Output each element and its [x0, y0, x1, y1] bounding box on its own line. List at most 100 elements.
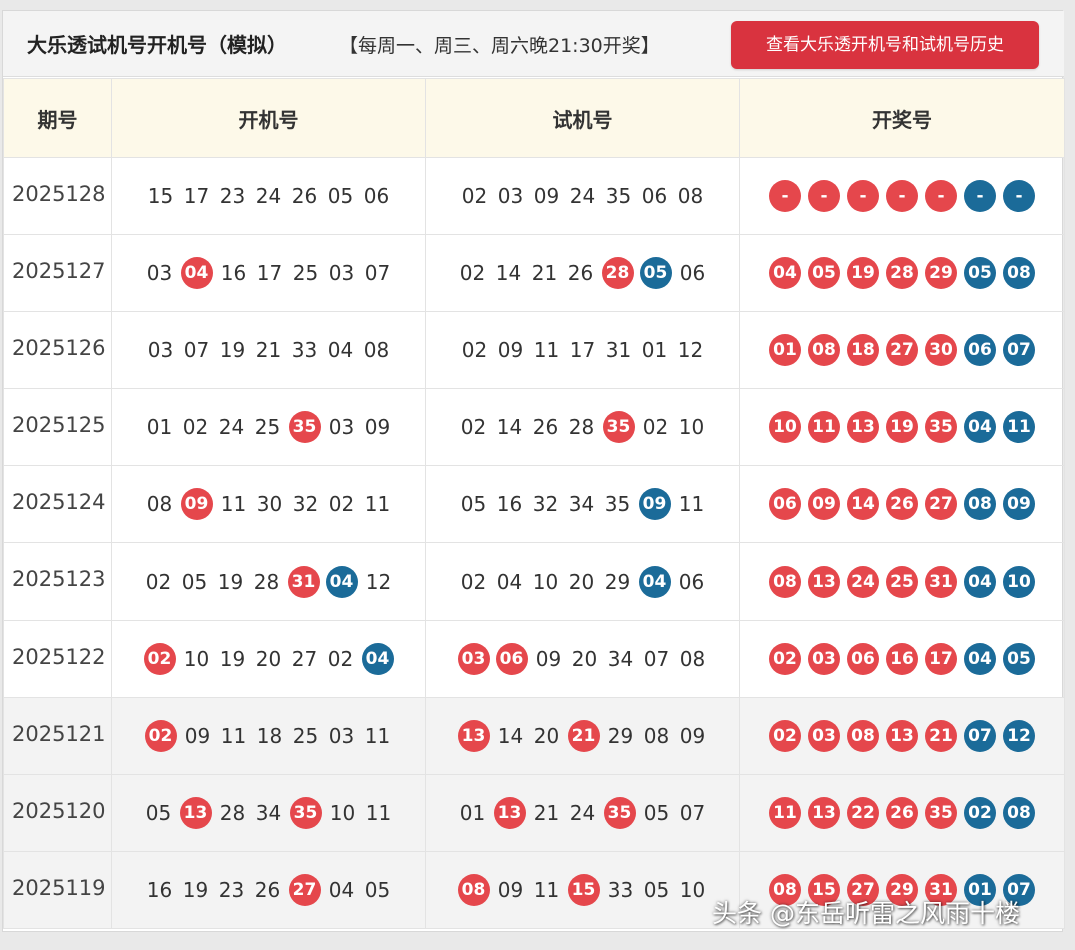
- open-number-cell: 08 09 11 30 32 02 11: [111, 465, 426, 544]
- front-zone-ball: 27: [886, 334, 918, 367]
- history-button[interactable]: 查看大乐透开机号和试机号历史: [731, 21, 1039, 69]
- front-zone-ball: 08: [808, 334, 840, 367]
- front-zone-ball: 24: [847, 565, 879, 598]
- plain-number: 02: [182, 415, 209, 440]
- trial-number-cell: 02 14 21 26 28 05 06: [425, 234, 740, 313]
- issue-cell: 2025119: [3, 850, 112, 929]
- back-zone-ball: 08: [1003, 257, 1035, 290]
- highlight-ball-blue: 04: [638, 565, 671, 598]
- highlight-ball-red: 08: [457, 873, 490, 906]
- front-zone-ball: -: [808, 180, 840, 213]
- open-number-list: 01 02 24 25 35 03 09: [145, 411, 393, 444]
- plain-number: 23: [218, 877, 245, 902]
- front-zone-ball: 03: [808, 719, 840, 752]
- front-zone-ball: -: [886, 180, 918, 213]
- plain-number: 29: [607, 723, 634, 748]
- plain-number: 32: [532, 492, 559, 517]
- plain-number: 33: [291, 338, 318, 363]
- back-zone-ball: 08: [964, 488, 996, 521]
- plain-number: 03: [328, 415, 355, 440]
- plain-number: 19: [219, 646, 246, 671]
- front-zone-ball: 16: [886, 642, 918, 675]
- front-zone-ball: 09: [808, 488, 840, 521]
- plain-number: 04: [328, 877, 355, 902]
- plain-number: 16: [220, 261, 247, 286]
- result-cell: 04 05 19 28 29 05 08: [739, 234, 1065, 313]
- table-row: 2025126 03 07 19 21 33 04 08 02 09 11 17 31 01 12 01 08 1…: [3, 311, 1065, 390]
- draw-schedule: 【每周一、周三、周六晚21:30开奖】: [339, 35, 660, 57]
- plain-number: 15: [147, 184, 174, 209]
- plain-number: 14: [495, 261, 522, 286]
- front-zone-ball: 13: [886, 719, 918, 752]
- plain-number: 21: [533, 800, 560, 825]
- highlight-ball-blue: 04: [325, 565, 358, 598]
- plain-number: 05: [643, 800, 670, 825]
- highlight-ball-blue: 05: [639, 257, 672, 290]
- front-zone-ball: 10: [769, 411, 801, 444]
- open-number-cell: 15 17 23 24 26 05 06: [111, 156, 426, 236]
- plain-number: 32: [292, 492, 319, 517]
- plain-number: 20: [571, 646, 598, 671]
- plain-number: 33: [607, 877, 634, 902]
- trial-number-list: 08 09 11 15 33 05 10: [457, 873, 708, 906]
- highlight-ball-red: 03: [457, 642, 490, 675]
- page-title: 大乐透试机号开机号（模拟）: [27, 33, 287, 57]
- plain-number: 03: [147, 338, 174, 363]
- plain-number: 21: [255, 338, 282, 363]
- result-balls: 06 09 14 26 27 08 09: [769, 488, 1035, 521]
- issue-cell: 2025121: [3, 696, 112, 775]
- front-zone-ball: 08: [847, 719, 879, 752]
- open-number-cell: 02 05 19 28 31 04 12: [111, 542, 426, 621]
- plain-number: 27: [291, 646, 318, 671]
- highlight-ball-red: 35: [603, 796, 636, 829]
- front-zone-ball: 28: [886, 257, 918, 290]
- highlight-ball-red: 06: [495, 642, 528, 675]
- front-zone-ball: 02: [769, 642, 801, 675]
- plain-number: 06: [678, 569, 705, 594]
- table-row: 2025122 02 10 19 20 27 02 04 03 06 09 20 34 07 08 02 03 0…: [3, 619, 1065, 698]
- draw-table: 期号 开机号 试机号 开奖号 2025128 15 17 23 24 26 05 06 02 03…: [3, 78, 1065, 929]
- front-zone-ball: 35: [925, 796, 957, 829]
- plain-number: 24: [569, 800, 596, 825]
- plain-number: 01: [146, 415, 173, 440]
- result-cell: 02 03 08 13 21 07 12: [739, 696, 1065, 775]
- issue-cell: 2025123: [3, 542, 112, 621]
- front-zone-ball: 11: [769, 796, 801, 829]
- plain-number: 02: [461, 338, 488, 363]
- plain-number: 24: [569, 184, 596, 209]
- back-zone-ball: 07: [964, 719, 996, 752]
- plain-number: 19: [217, 569, 244, 594]
- plain-number: 10: [679, 877, 706, 902]
- plain-number: 35: [605, 184, 632, 209]
- plain-number: 11: [220, 492, 247, 517]
- plain-number: 10: [329, 800, 356, 825]
- result-balls: -------: [769, 180, 1035, 213]
- plain-number: 08: [679, 646, 706, 671]
- front-zone-ball: 02: [769, 719, 801, 752]
- issue-cell: 2025124: [3, 465, 112, 544]
- highlight-ball-red: 15: [567, 873, 600, 906]
- issue-cell: 2025122: [3, 619, 112, 698]
- result-balls: 04 05 19 28 29 05 08: [769, 257, 1035, 290]
- open-number-list: 02 10 19 20 27 02 04: [143, 642, 394, 675]
- highlight-ball-blue: 09: [638, 488, 671, 521]
- back-zone-ball: 07: [1003, 334, 1035, 367]
- plain-number: 07: [643, 646, 670, 671]
- plain-number: 17: [256, 261, 283, 286]
- front-zone-ball: 26: [886, 796, 918, 829]
- column-header-result: 开奖号: [739, 78, 1065, 158]
- highlight-ball-red: 02: [144, 719, 177, 752]
- table-header-row: 期号 开机号 试机号 开奖号: [3, 78, 1065, 158]
- plain-number: 03: [328, 261, 355, 286]
- plain-number: 34: [255, 800, 282, 825]
- plain-number: 28: [253, 569, 280, 594]
- plain-number: 16: [146, 877, 173, 902]
- table-row: 2025123 02 05 19 28 31 04 12 02 04 10 20 29 04 06 08 13 2…: [3, 542, 1065, 621]
- watermark: 头条 @东岳听雷之风雨十楼: [712, 899, 1020, 928]
- plain-number: 02: [327, 646, 354, 671]
- trial-number-cell: 05 16 32 34 35 09 11: [425, 465, 740, 544]
- issue-cell: 2025125: [3, 388, 112, 467]
- plain-number: 11: [678, 492, 705, 517]
- plain-number: 02: [459, 261, 486, 286]
- plain-number: 34: [568, 492, 595, 517]
